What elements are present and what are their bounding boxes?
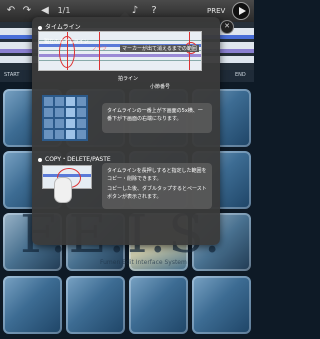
- copy-description: タイムラインを長押しすると指定した範囲をコピー・削除できます。 コピーした後、ダ…: [102, 163, 212, 209]
- watermark-subtitle: Fumen Edit Interface System: [100, 259, 187, 266]
- pad-14[interactable]: [66, 276, 125, 334]
- annotation-note: ノーツ: [92, 46, 107, 52]
- grid-description: タイムラインの一番上が下画面の5x横、一番下が下画面の右端になります。: [102, 103, 212, 133]
- pad-15[interactable]: [129, 276, 188, 334]
- annotation-bar-number: 小節番号: [150, 84, 171, 90]
- start-label: START: [4, 72, 20, 78]
- play-icon[interactable]: [232, 2, 250, 20]
- pad-13[interactable]: [3, 276, 62, 334]
- touch-hand-icon: [54, 177, 72, 203]
- annotation-marker-range: マーカーが出て消えるまでの範囲: [120, 45, 199, 52]
- annotation-current-timeline: 現在のタイムライン: [44, 39, 89, 45]
- close-icon[interactable]: ✕: [220, 20, 234, 34]
- pad-16[interactable]: [192, 276, 251, 334]
- help-overlay: ✕ タイムライン 現在のタイムライン ノーツ マーカーが出て消えるまでの範囲 拍…: [32, 17, 234, 245]
- help-icon[interactable]: ?: [147, 0, 161, 22]
- pad-grid-diagram: [42, 95, 88, 141]
- timeline-section-title: タイムライン: [38, 22, 81, 31]
- end-label: END: [235, 72, 246, 78]
- undo-icon[interactable]: ↶: [4, 0, 18, 22]
- annotation-beat-line: 拍ライン: [118, 76, 139, 82]
- copy-section-title: COPY・DELETE/PASTE: [38, 154, 111, 163]
- redo-icon[interactable]: ↷: [20, 0, 34, 22]
